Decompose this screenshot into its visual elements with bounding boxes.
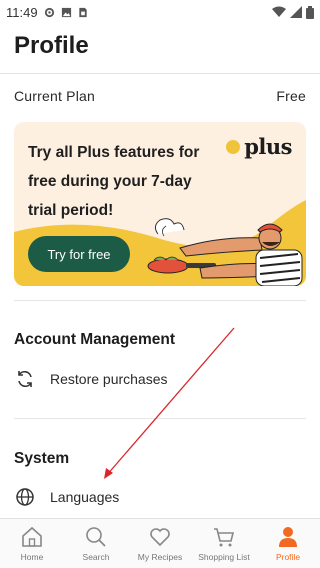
settings-status-icon bbox=[44, 7, 54, 17]
tab-my-recipes[interactable]: My Recipes bbox=[128, 519, 192, 568]
tab-shopping-list[interactable]: Shopping List bbox=[192, 519, 256, 568]
image-status-icon bbox=[61, 7, 71, 17]
sim-status-icon bbox=[78, 7, 87, 17]
tab-search[interactable]: Search bbox=[64, 519, 128, 568]
tab-shopping-list-label: Shopping List bbox=[198, 552, 250, 562]
account-management-title: Account Management bbox=[14, 331, 176, 348]
chef-cooking-illustration bbox=[147, 218, 303, 286]
search-icon bbox=[86, 527, 106, 547]
plus-logo: plus bbox=[226, 134, 292, 159]
home-icon bbox=[22, 526, 42, 547]
current-plan-value: Free bbox=[276, 88, 306, 104]
section-divider bbox=[14, 418, 306, 419]
current-plan-label: Current Plan bbox=[14, 88, 95, 104]
plus-logo-word: plus bbox=[244, 134, 292, 159]
tab-my-recipes-label: My Recipes bbox=[137, 552, 183, 562]
refresh-icon bbox=[14, 368, 36, 390]
languages-label: Languages bbox=[50, 489, 120, 505]
status-bar: 11:49 bbox=[0, 0, 320, 24]
tab-profile[interactable]: Profile bbox=[256, 519, 320, 568]
title-divider bbox=[0, 73, 320, 74]
tab-home-label: Home bbox=[20, 552, 44, 562]
bottom-tab-bar: Home Search My Recipes Shopping List Pro… bbox=[0, 518, 320, 568]
plus-badge-icon bbox=[226, 139, 241, 154]
languages-item[interactable]: Languages bbox=[14, 485, 306, 509]
try-for-free-button[interactable]: Try for free bbox=[28, 236, 130, 272]
plus-promo-card[interactable]: Try all Plus features for free during yo… bbox=[14, 122, 306, 286]
signal-status-icon bbox=[290, 6, 302, 18]
system-title: System bbox=[14, 450, 70, 467]
wifi-status-icon bbox=[272, 6, 286, 17]
status-time: 11:49 bbox=[6, 4, 38, 20]
section-divider bbox=[14, 300, 306, 301]
heart-icon bbox=[150, 528, 170, 547]
page-title: Profile bbox=[14, 32, 89, 59]
current-plan-row: Current Plan Free bbox=[14, 88, 306, 104]
restore-purchases-label: Restore purchases bbox=[50, 371, 168, 387]
cart-icon bbox=[214, 528, 235, 547]
globe-icon bbox=[14, 486, 36, 508]
tab-search-label: Search bbox=[82, 552, 110, 562]
restore-purchases-item[interactable]: Restore purchases bbox=[14, 367, 306, 391]
battery-status-icon bbox=[306, 5, 314, 19]
person-icon bbox=[279, 527, 297, 547]
promo-text: Try all Plus features for free during yo… bbox=[28, 144, 200, 219]
tab-home[interactable]: Home bbox=[0, 519, 64, 568]
tab-profile-label: Profile bbox=[275, 552, 301, 562]
